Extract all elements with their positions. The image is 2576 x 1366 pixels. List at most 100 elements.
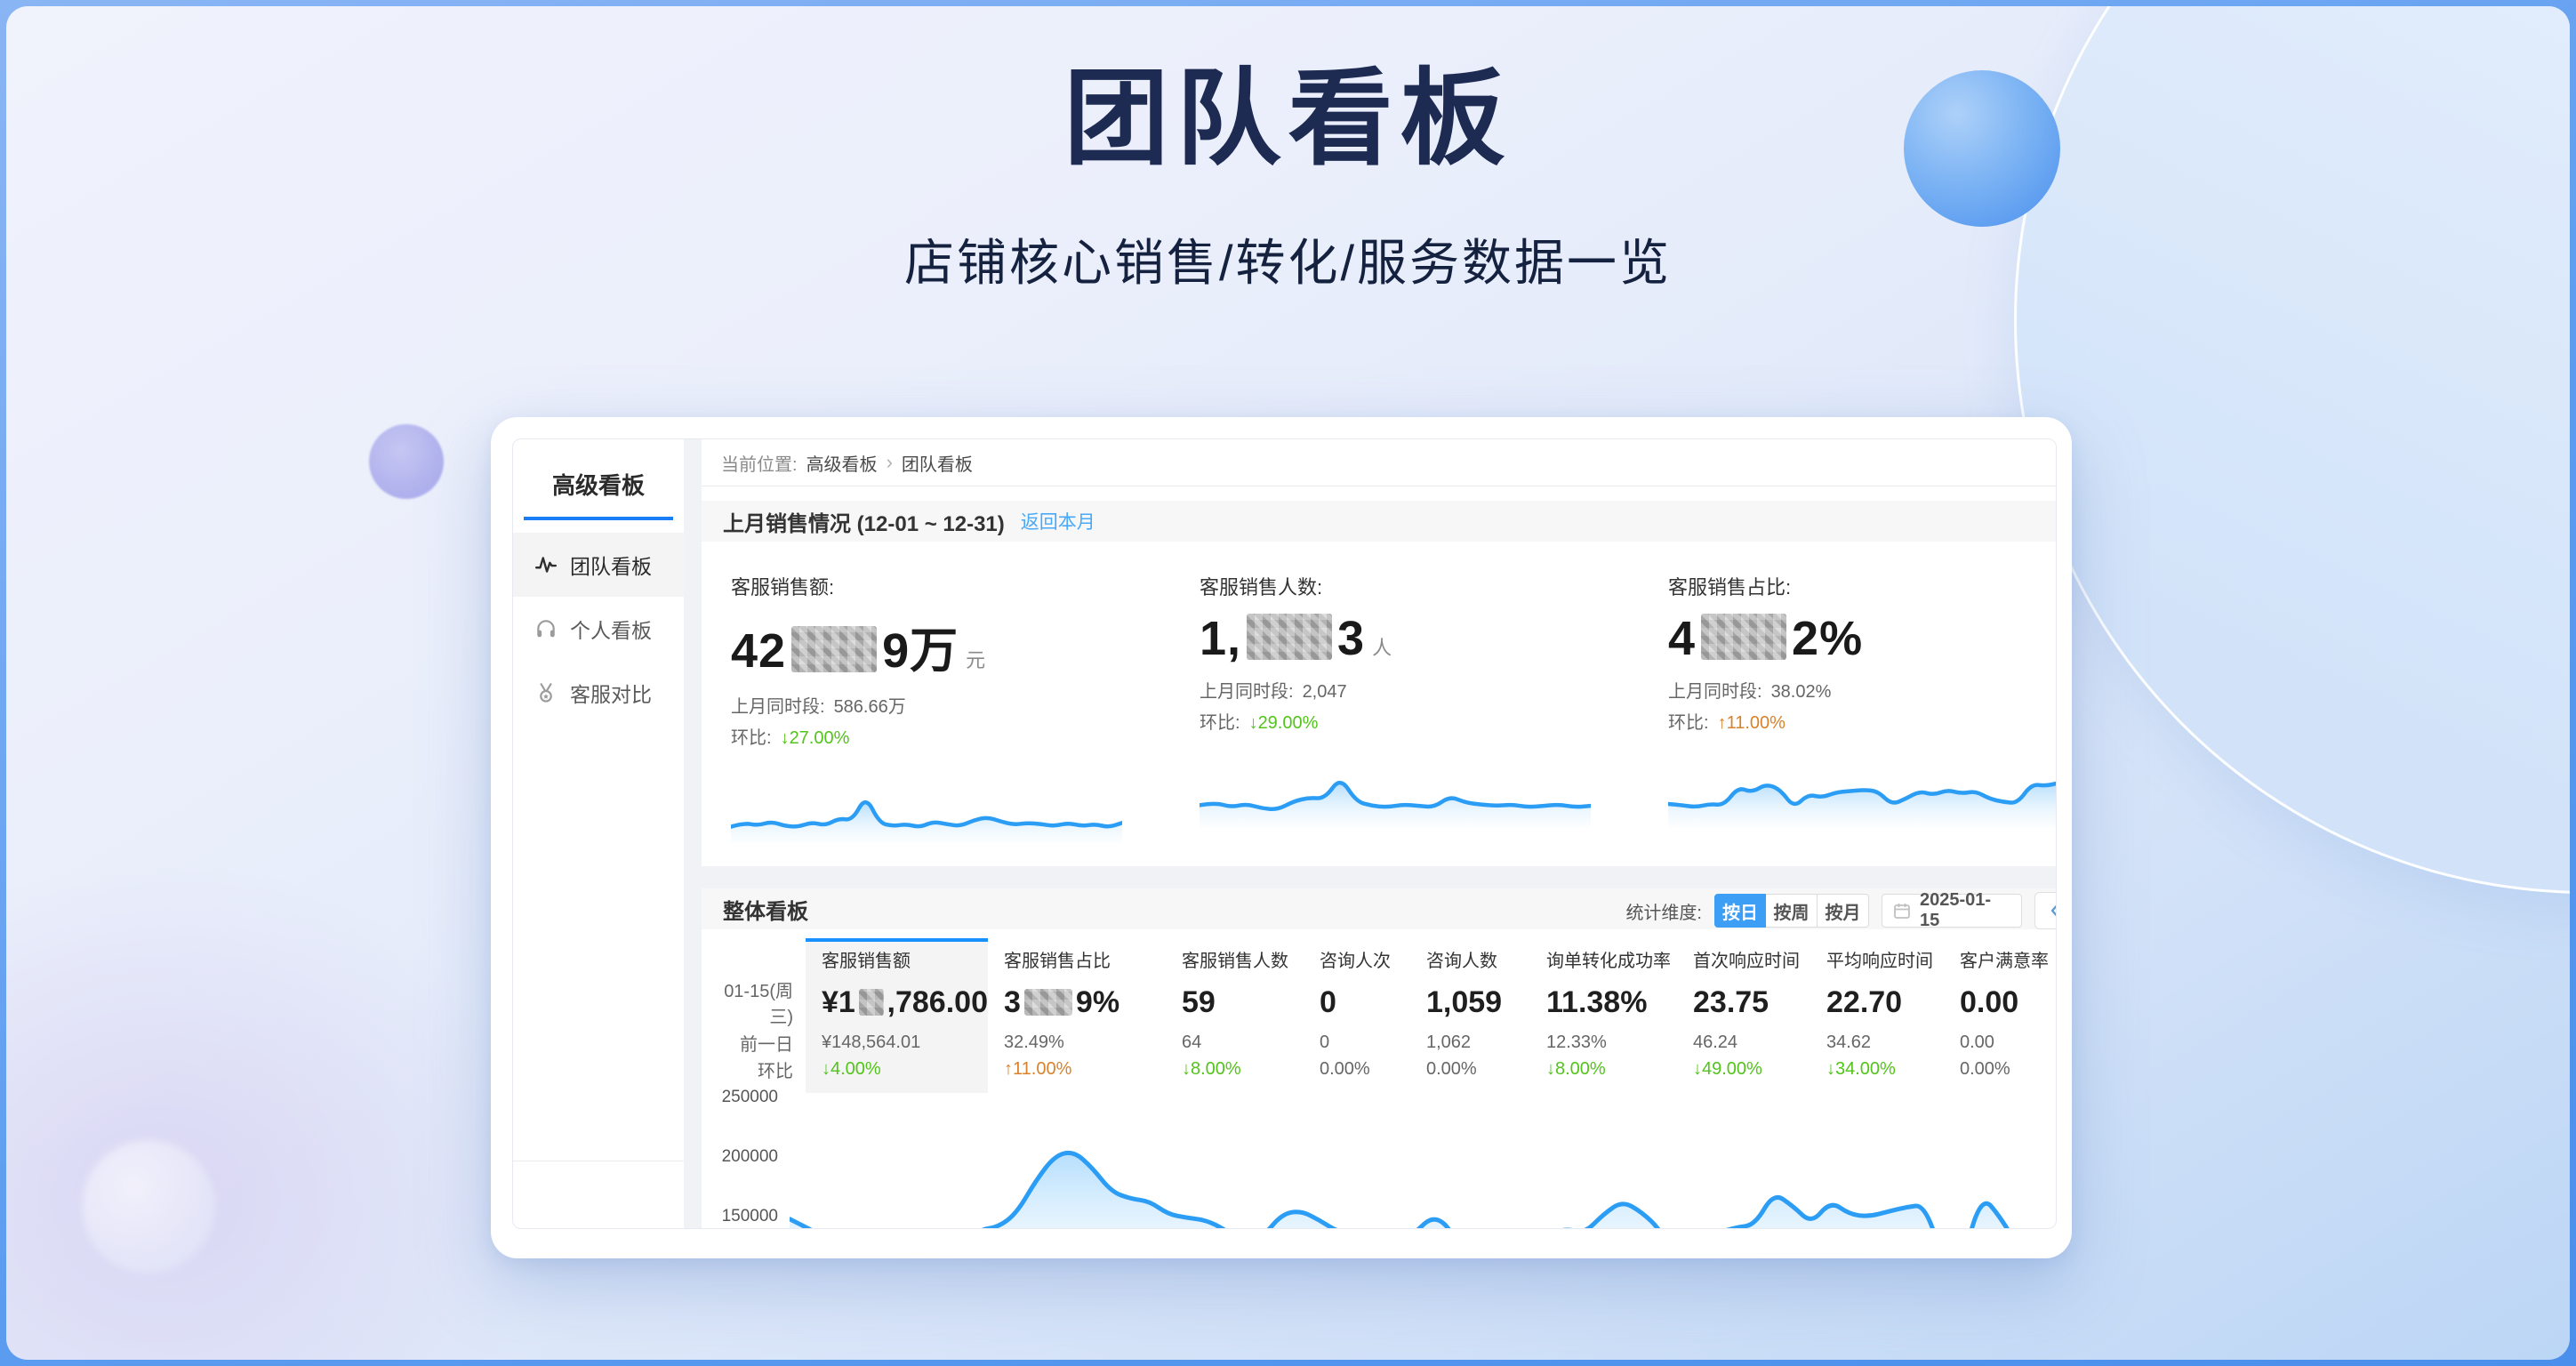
last-month-section-header: 上月销售情况 (12-01 ~ 12-31) 返回本月 <box>702 501 2056 542</box>
sidebar-item-team-board[interactable]: 团队看板 <box>513 533 684 597</box>
metric-value-prefix: 1, <box>1200 612 1241 665</box>
dashboard-screenshot: 高级看板 团队看板 个人看板 <box>512 438 2057 1229</box>
prev-period-row: 上月同时段: 38.02% <box>1668 677 2057 703</box>
prev-value: 0 <box>1320 1029 1410 1056</box>
column-header[interactable]: 客服销售人数 <box>1182 942 1304 976</box>
metric-value-suffix: 2% <box>1792 612 1863 665</box>
mom-row: 环比:↑11.00% <box>1668 708 2057 734</box>
table-col-sales-amount: 客服销售额 ¥1,786.00 ¥148,564.01 ↓4.00% <box>806 938 988 1093</box>
column-header[interactable]: 咨询人次 <box>1320 942 1410 976</box>
metric-sales-ratio: 客服销售占比: 42% 上月同时段: 38.02% 环比:↑11.00% <box>1668 572 2057 843</box>
prev-value: 0.00 <box>1960 1029 2057 1056</box>
medal-icon <box>534 681 558 704</box>
today-value: 59 <box>1182 976 1304 1029</box>
dimension-daily-button[interactable]: 按日 <box>1714 894 1766 928</box>
today-value: 0 <box>1320 976 1410 1029</box>
metric-value-suffix: 9万 <box>882 624 959 678</box>
metric-label: 客服销售占比: <box>1668 572 2057 600</box>
column-header[interactable]: 首次响应时间 <box>1693 942 1810 976</box>
decor-soft-circle <box>82 1140 215 1274</box>
metric-value: 42 9万元 <box>731 611 1200 681</box>
today-value: 23.75 <box>1693 976 1810 1029</box>
back-to-current-month-link[interactable]: 返回本月 <box>1021 508 1095 534</box>
table-col-conversion-rate: 询单转化成功率 11.38% 12.33% ↓8.00% <box>1530 938 1677 1093</box>
statistic-controls: 统计维度: 按日 按周 按月 <box>1625 892 2057 929</box>
prev-period-label: 上月同时段: <box>731 697 825 717</box>
breadcrumb-current: 团队看板 <box>902 450 973 476</box>
last-month-title: 上月销售情况 (12-01 ~ 12-31) <box>723 506 1005 537</box>
dashboard-card: 高级看板 团队看板 个人看板 <box>491 417 2072 1258</box>
delta-value: ↓49.00% <box>1693 1056 1810 1082</box>
main-chart-area: 250000 200000 150000 100000 <box>702 1093 2056 1229</box>
censored-value <box>1701 614 1786 660</box>
metric-unit: 元 <box>966 649 986 671</box>
page-frame-border: 团队看板 店铺核心销售/转化/服务数据一览 高级看板 团队看板 <box>0 0 2576 1366</box>
sidebar-item-label: 团队看板 <box>570 550 652 580</box>
metric-unit: 人 <box>1372 637 1392 659</box>
overall-title: 整体看板 <box>723 894 808 925</box>
last-month-panel: 上月销售情况 (12-01 ~ 12-31) 返回本月 客服销售额: 429万元… <box>702 486 2056 866</box>
delta-value: ↑11.00% <box>1004 1056 1166 1082</box>
column-header[interactable]: 客服销售占比 <box>1004 942 1166 976</box>
table-col-first-response: 首次响应时间 23.75 46.24 ↓49.00% <box>1677 938 1810 1093</box>
table-col-inquiry-people: 咨询人数 1,059 1,062 0.00% <box>1410 938 1530 1093</box>
metric-value: 42% <box>1668 611 2057 666</box>
chevron-left-icon <box>2048 900 2057 921</box>
breadcrumb-prefix: 当前位置: <box>721 450 798 476</box>
sidebar: 高级看板 团队看板 个人看板 <box>513 439 684 1228</box>
censored-value <box>1247 614 1332 660</box>
metric-value: 1, 3人 <box>1200 611 1668 666</box>
column-header[interactable]: 咨询人数 <box>1426 942 1530 976</box>
value-suffix: ,786.00 <box>887 985 988 1020</box>
value-prefix: ¥1 <box>822 985 855 1020</box>
prev-period-label: 上月同时段: <box>1668 682 1762 702</box>
delta-value: ↓4.00% <box>822 1056 988 1082</box>
prev-value: 1,062 <box>1426 1029 1530 1056</box>
censored-value <box>791 626 877 672</box>
mom-row: 环比:↓29.00% <box>1200 708 1668 734</box>
today-value: 39% <box>1004 976 1166 1029</box>
delta-value: ↓8.00% <box>1182 1056 1304 1082</box>
overall-board-panel: 整体看板 统计维度: 按日 按周 按月 <box>702 888 2056 1229</box>
today-value: 22.70 <box>1826 976 1944 1029</box>
dimension-segmented-control: 按日 按周 按月 <box>1714 894 1869 928</box>
today-value: 0.00 <box>1960 976 2057 1029</box>
page-subtitle: 店铺核心销售/转化/服务数据一览 <box>6 223 2570 295</box>
prev-period-value: 38.02% <box>1771 682 1832 702</box>
prev-period-row: 上月同时段:586.66万 <box>731 692 1200 718</box>
metric-value-prefix: 42 <box>731 624 786 678</box>
dimension-monthly-button[interactable]: 按月 <box>1818 894 1869 928</box>
mom-value: ↑11.00% <box>1718 713 1786 733</box>
column-header[interactable]: 询单转化成功率 <box>1546 942 1677 976</box>
value-suffix: 9% <box>1076 985 1119 1020</box>
metric-cards-row: 客服销售额: 429万元 上月同时段:586.66万 环比:↓27.00% 客服… <box>702 542 2056 866</box>
main-content: 当前位置: 高级看板 › 团队看板 上月销售情况 (12-01 ~ 12-31)… <box>702 439 2056 1228</box>
breadcrumb-parent-link[interactable]: 高级看板 <box>807 450 878 476</box>
metrics-table: 01-15(周三) 前一日 环比 客服销售额 ¥1,786.00 ¥148,56… <box>702 938 2056 1093</box>
sidebar-title-underline <box>524 517 673 520</box>
page-background: 团队看板 店铺核心销售/转化/服务数据一览 高级看板 团队看板 <box>6 6 2570 1360</box>
sidebar-item-agent-compare[interactable]: 客服对比 <box>513 661 684 725</box>
sidebar-item-label: 客服对比 <box>570 678 652 708</box>
column-header[interactable]: 客户满意率 <box>1960 942 2057 976</box>
page-title: 团队看板 <box>6 33 2570 185</box>
mom-value: ↓29.00% <box>1249 713 1319 733</box>
sidebar-item-label: 个人看板 <box>570 614 652 644</box>
dimension-weekly-button[interactable]: 按周 <box>1766 894 1818 928</box>
previous-day-button[interactable] <box>2034 892 2057 929</box>
delta-value: ↓34.00% <box>1826 1056 1944 1082</box>
table-col-satisfaction-rate: 客户满意率 0.00 0.00 0.00% <box>1944 938 2057 1093</box>
sidebar-title: 高级看板 <box>513 468 684 517</box>
mom-value: ↓27.00% <box>781 728 850 748</box>
prev-value: 32.49% <box>1004 1029 1166 1056</box>
date-picker[interactable]: 2025-01-15 <box>1882 894 2022 928</box>
column-header[interactable]: 客服销售额 <box>822 942 988 976</box>
metric-value-suffix: 3 <box>1337 612 1365 665</box>
sidebar-item-personal-board[interactable]: 个人看板 <box>513 597 684 661</box>
column-header[interactable]: 平均响应时间 <box>1826 942 1944 976</box>
row-label-prev: 前一日 <box>702 1029 793 1056</box>
date-value: 2025-01-15 <box>1920 890 2010 931</box>
prev-period-value: 2,047 <box>1303 682 1347 702</box>
breadcrumb: 当前位置: 高级看板 › 团队看板 <box>702 439 2056 486</box>
dimension-label: 统计维度: <box>1625 898 1702 924</box>
